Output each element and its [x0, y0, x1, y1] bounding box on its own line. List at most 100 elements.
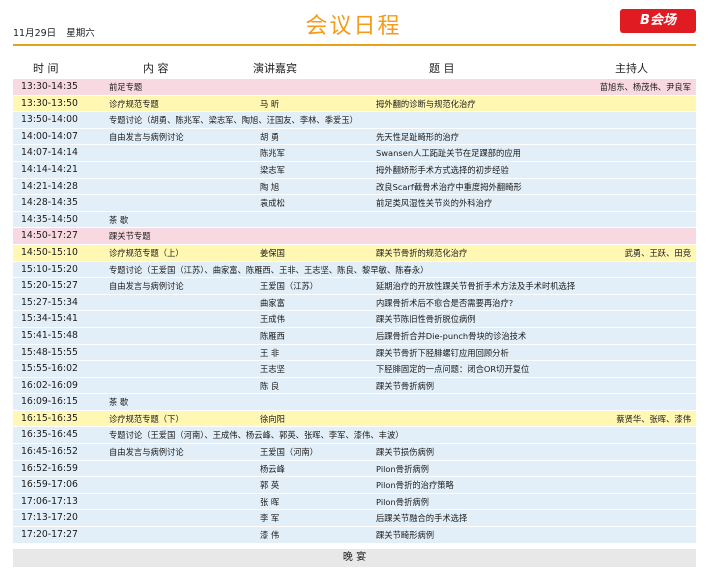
row-speaker: 姜保国 [260, 247, 285, 258]
row-host: 蔡贤华、张晖、漆伟 [616, 413, 691, 424]
row-topic: 后踝骨折合并Die-punch骨块的诊治技术 [376, 330, 527, 341]
row-topic: 延期治疗的开放性踝关节骨折手术方法及手术时机选择 [376, 281, 576, 292]
table-row: 16:15-16:35 诊疗规范专题（下） 徐向阳 蔡贤华、张晖、漆伟 [13, 410, 696, 428]
row-time: 17:06-17:13 [21, 495, 78, 507]
row-content: 诊疗规范专题（下） [109, 413, 184, 424]
page-header: 11月29日 星期六 会议日程 B会场 [0, 0, 707, 48]
row-topic: 踝关节陈旧性骨折脱位病例 [376, 314, 476, 325]
row-topic: Pilon骨折病例 [376, 463, 429, 474]
row-speaker: 陈 良 [260, 380, 280, 391]
table-row: 15:20-15:27 自由发言与病例讨论 王爱国（江苏） 延期治疗的开放性踝关节骨折… [13, 278, 696, 295]
row-time: 17:13-17:20 [21, 512, 78, 524]
row-topic: 踝关节骨折的规范化治疗 [376, 247, 468, 258]
row-speaker: 陈雁西 [260, 330, 285, 341]
row-topic: 前足类风湿性关节炎的外科治疗 [376, 198, 493, 209]
row-speaker: 胡 勇 [260, 131, 280, 142]
table-row: 15:55-16:02 王志坚 下胫腓固定的一点问题：闭合OR切开复位 [13, 361, 696, 378]
row-speaker: 杨云峰 [260, 463, 285, 474]
row-time: 17:20-17:27 [21, 529, 78, 541]
schedule-table: 13:30-14:35 前足专题 苗旭东、杨茂伟、尹良军 13:30-13:50 诊疗规… [13, 79, 696, 544]
table-row: 14:07-14:14 陈兆军 Swansen人工跖趾关节在足踝部的应用 [13, 145, 696, 162]
row-speaker: 李 军 [260, 513, 280, 524]
row-time: 14:50-15:10 [21, 246, 78, 258]
row-host: 苗旭东、杨茂伟、尹良军 [599, 82, 691, 92]
table-row: 16:45-16:52 自由发言与病例讨论 王爱国（河南） 踝关节损伤病例 [13, 444, 696, 461]
table-row: 15:10-15:20 专题讨论（王爱国（江苏）、曲家富、陈雁西、王非、王志坚、陈… [13, 261, 696, 279]
row-time: 16:59-17:06 [21, 479, 78, 491]
row-time: 13:30-13:50 [21, 97, 78, 109]
table-row: 15:27-15:34 曲家富 内踝骨折术后不愈合是否需要再治疗? [13, 294, 696, 312]
row-topic: 下胫腓固定的一点问题：闭合OR切开复位 [376, 364, 530, 375]
row-speaker: 王爱国（江苏） [260, 281, 319, 292]
row-content: 自由发言与病例讨论 [109, 281, 184, 292]
table-row: 16:35-16:45 专题讨论（王爱国（河南）、王成伟、杨云峰、郭英、张晖、李军… [13, 427, 696, 445]
table-row: 14:28-14:35 袁成松 前足类风湿性关节炎的外科治疗 [13, 195, 696, 212]
row-time: 15:41-15:48 [21, 329, 78, 341]
table-row: 16:52-16:59 杨云峰 Pilon骨折病例 [13, 460, 696, 478]
row-topic: Swansen人工跖趾关节在足踝部的应用 [376, 148, 521, 159]
row-time: 16:02-16:09 [21, 379, 78, 391]
column-header-speaker: 演讲嘉宾 [253, 62, 297, 75]
table-row: 14:21-14:28 陶 旭 改良Scarf截骨术治疗中重度拇外翻畸形 [13, 178, 696, 196]
row-topic: Pilon骨折的治疗策略 [376, 480, 454, 491]
row-content: 诊疗规范专题（上） [109, 247, 184, 258]
column-header-content: 内 容 [143, 62, 169, 75]
row-speaker: 王 非 [260, 347, 280, 358]
row-speaker: 陶 旭 [260, 181, 280, 192]
row-time: 14:28-14:35 [21, 197, 78, 209]
row-time: 16:35-16:45 [21, 429, 78, 441]
column-header-time: 时 间 [33, 62, 59, 75]
page-title: 会议日程 [305, 14, 402, 39]
table-row: 13:30-14:35 前足专题 苗旭东、杨茂伟、尹良军 [13, 79, 696, 96]
row-time: 14:35-14:50 [21, 213, 78, 225]
row-topic: 内踝骨折术后不愈合是否需要再治疗? [376, 297, 514, 308]
row-time: 13:50-14:00 [21, 114, 78, 126]
row-time: 15:10-15:20 [21, 263, 78, 275]
row-time: 15:55-16:02 [21, 363, 78, 375]
row-content: 踝关节专题 [109, 231, 151, 242]
table-row: 16:02-16:09 陈 良 踝关节骨折病例 [13, 377, 696, 395]
table-row: 14:50-15:10 诊疗规范专题（上） 姜保国 踝关节骨折的规范化治疗 武勇、王跃、… [13, 244, 696, 262]
row-time: 15:20-15:27 [21, 280, 78, 292]
row-speaker: 梁志军 [260, 164, 285, 175]
table-row: 16:59-17:06 郭 英 Pilon骨折的治疗策略 [13, 477, 696, 494]
column-header-topic: 题 目 [429, 62, 455, 75]
row-topic: 踝关节骨折病例 [376, 380, 435, 391]
row-time: 13:30-14:35 [21, 81, 78, 92]
row-speaker: 漆 伟 [260, 530, 280, 541]
table-row: 17:06-17:13 张 晖 Pilon骨折病例 [13, 493, 696, 511]
row-time: 15:27-15:34 [21, 296, 78, 308]
row-speaker: 王成伟 [260, 314, 285, 325]
row-time: 16:45-16:52 [21, 446, 78, 458]
row-topic: 踝关节损伤病例 [376, 447, 435, 458]
table-row: 15:48-15:55 王 非 踝关节骨折下胫腓螺钉应用回顾分析 [13, 344, 696, 362]
row-content: 专题讨论（王爱国（河南）、王成伟、杨云峰、郭英、张晖、李军、漆伟、丰波） [109, 430, 404, 441]
venue-badge: B会场 [620, 9, 696, 33]
table-row: 14:00-14:07 自由发言与病例讨论 胡 勇 先天性足趾畸形的治疗 [13, 128, 696, 146]
row-content: 茶 歇 [109, 397, 129, 408]
table-row: 17:20-17:27 漆 伟 踝关节畸形病例 [13, 527, 696, 544]
row-speaker: 曲家富 [260, 297, 285, 308]
row-time: 15:34-15:41 [21, 313, 78, 325]
row-content: 专题讨论（王爱国（江苏）、曲家富、陈雁西、王非、王志坚、陈良、黎早敏、陈春永） [109, 264, 429, 275]
row-content: 自由发言与病例讨论 [109, 131, 184, 142]
row-speaker: 王爱国（河南） [260, 447, 319, 458]
table-row: 16:09-16:15 茶 歇 [13, 394, 696, 411]
table-row: 17:13-17:20 李 军 后踝关节融合的手术选择 [13, 510, 696, 528]
table-row: 15:34-15:41 王成伟 踝关节陈旧性骨折脱位病例 [13, 311, 696, 328]
table-row: 14:35-14:50 茶 歇 [13, 211, 696, 229]
row-topic: 拇外翻矫形手术方式选择的初步经验 [376, 164, 509, 175]
row-topic: 踝关节骨折下胫腓螺钉应用回顾分析 [376, 347, 509, 358]
table-row: 15:41-15:48 陈雁西 后踝骨折合并Die-punch骨块的诊治技术 [13, 327, 696, 345]
row-speaker: 张 晖 [260, 496, 280, 507]
row-content: 诊疗规范专题 [109, 98, 159, 109]
row-time: 14:14-14:21 [21, 163, 78, 175]
row-time: 16:09-16:15 [21, 396, 78, 408]
row-time: 14:21-14:28 [21, 180, 78, 192]
row-host: 武勇、王跃、田竞 [624, 247, 691, 258]
row-content: 专题讨论（胡勇、陈兆军、梁志军、陶旭、汪国友、李林、季爱玉） [109, 115, 358, 126]
header-divider [13, 44, 696, 46]
row-content: 茶 歇 [109, 214, 129, 225]
row-content: 自由发言与病例讨论 [109, 447, 184, 458]
table-row: 14:50-17:27 踝关节专题 [13, 228, 696, 245]
